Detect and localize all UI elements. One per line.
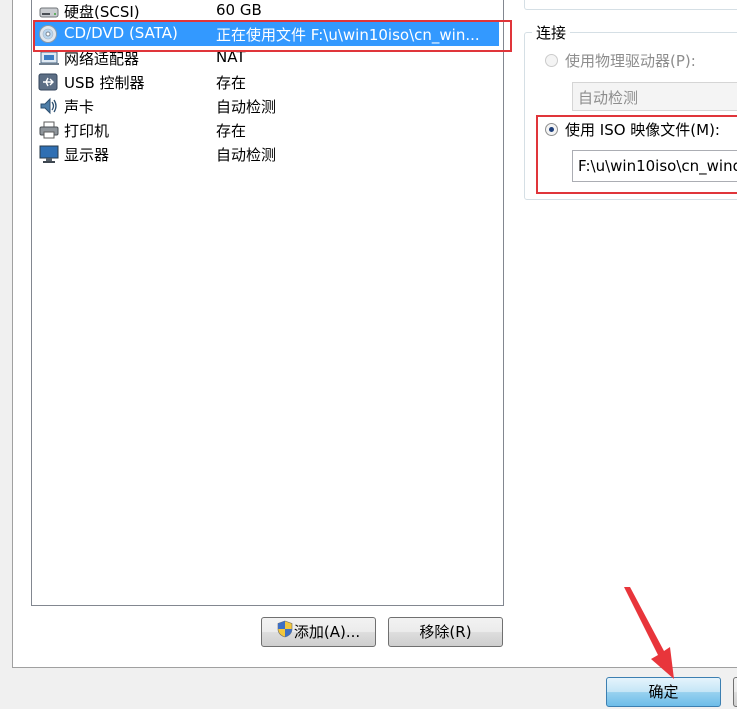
device-name: 硬盘(SCSI) xyxy=(64,3,140,21)
physical-drive-select[interactable]: 自动检测 xyxy=(572,82,737,111)
hard-disk-icon xyxy=(38,1,60,21)
add-hardware-button[interactable]: 添加(A)... xyxy=(261,617,376,647)
device-name: 显示器 xyxy=(64,146,110,164)
iso-highlight-box xyxy=(536,115,737,194)
physical-drive-radio[interactable] xyxy=(545,54,558,67)
device-summary: 存在 xyxy=(216,74,247,92)
remove-button-label: 移除(R) xyxy=(419,623,472,641)
device-summary: 自动检测 xyxy=(216,146,277,164)
device-name: 打印机 xyxy=(64,122,110,140)
monitor-icon xyxy=(38,144,60,164)
device-name: USB 控制器 xyxy=(64,74,145,92)
device-row-sound-card[interactable]: 声卡 自动检测 xyxy=(34,94,499,118)
physical-drive-value: 自动检测 xyxy=(578,89,639,107)
device-summary: 自动检测 xyxy=(216,98,277,116)
device-row-printer[interactable]: 打印机 存在 xyxy=(34,118,499,142)
device-summary: 存在 xyxy=(216,122,247,140)
cd-dvd-highlight-box xyxy=(33,20,512,52)
physical-drive-label: 使用物理驱动器(P): xyxy=(565,52,696,70)
device-row-usb[interactable]: USB 控制器 存在 xyxy=(34,70,499,94)
printer-icon xyxy=(38,120,60,140)
device-summary: 60 GB xyxy=(216,1,262,19)
ok-button-label: 确定 xyxy=(648,683,679,701)
red-arrow-icon xyxy=(624,587,674,679)
device-row-display[interactable]: 显示器 自动检测 xyxy=(34,142,499,166)
cancel-button-partial[interactable] xyxy=(733,677,737,707)
device-name: 声卡 xyxy=(64,98,95,116)
upper-group-box xyxy=(524,0,737,10)
remove-hardware-button[interactable]: 移除(R) xyxy=(388,617,503,647)
device-list[interactable]: 硬盘(SCSI) 60 GB CD/DVD (SATA) 正在使用文件 F:\u… xyxy=(31,0,504,606)
connection-group-title: 连接 xyxy=(532,22,571,43)
add-button-label: 添加(A)... xyxy=(293,623,361,641)
uac-shield-icon xyxy=(277,619,293,647)
speaker-icon xyxy=(38,96,60,116)
usb-icon xyxy=(38,72,60,92)
